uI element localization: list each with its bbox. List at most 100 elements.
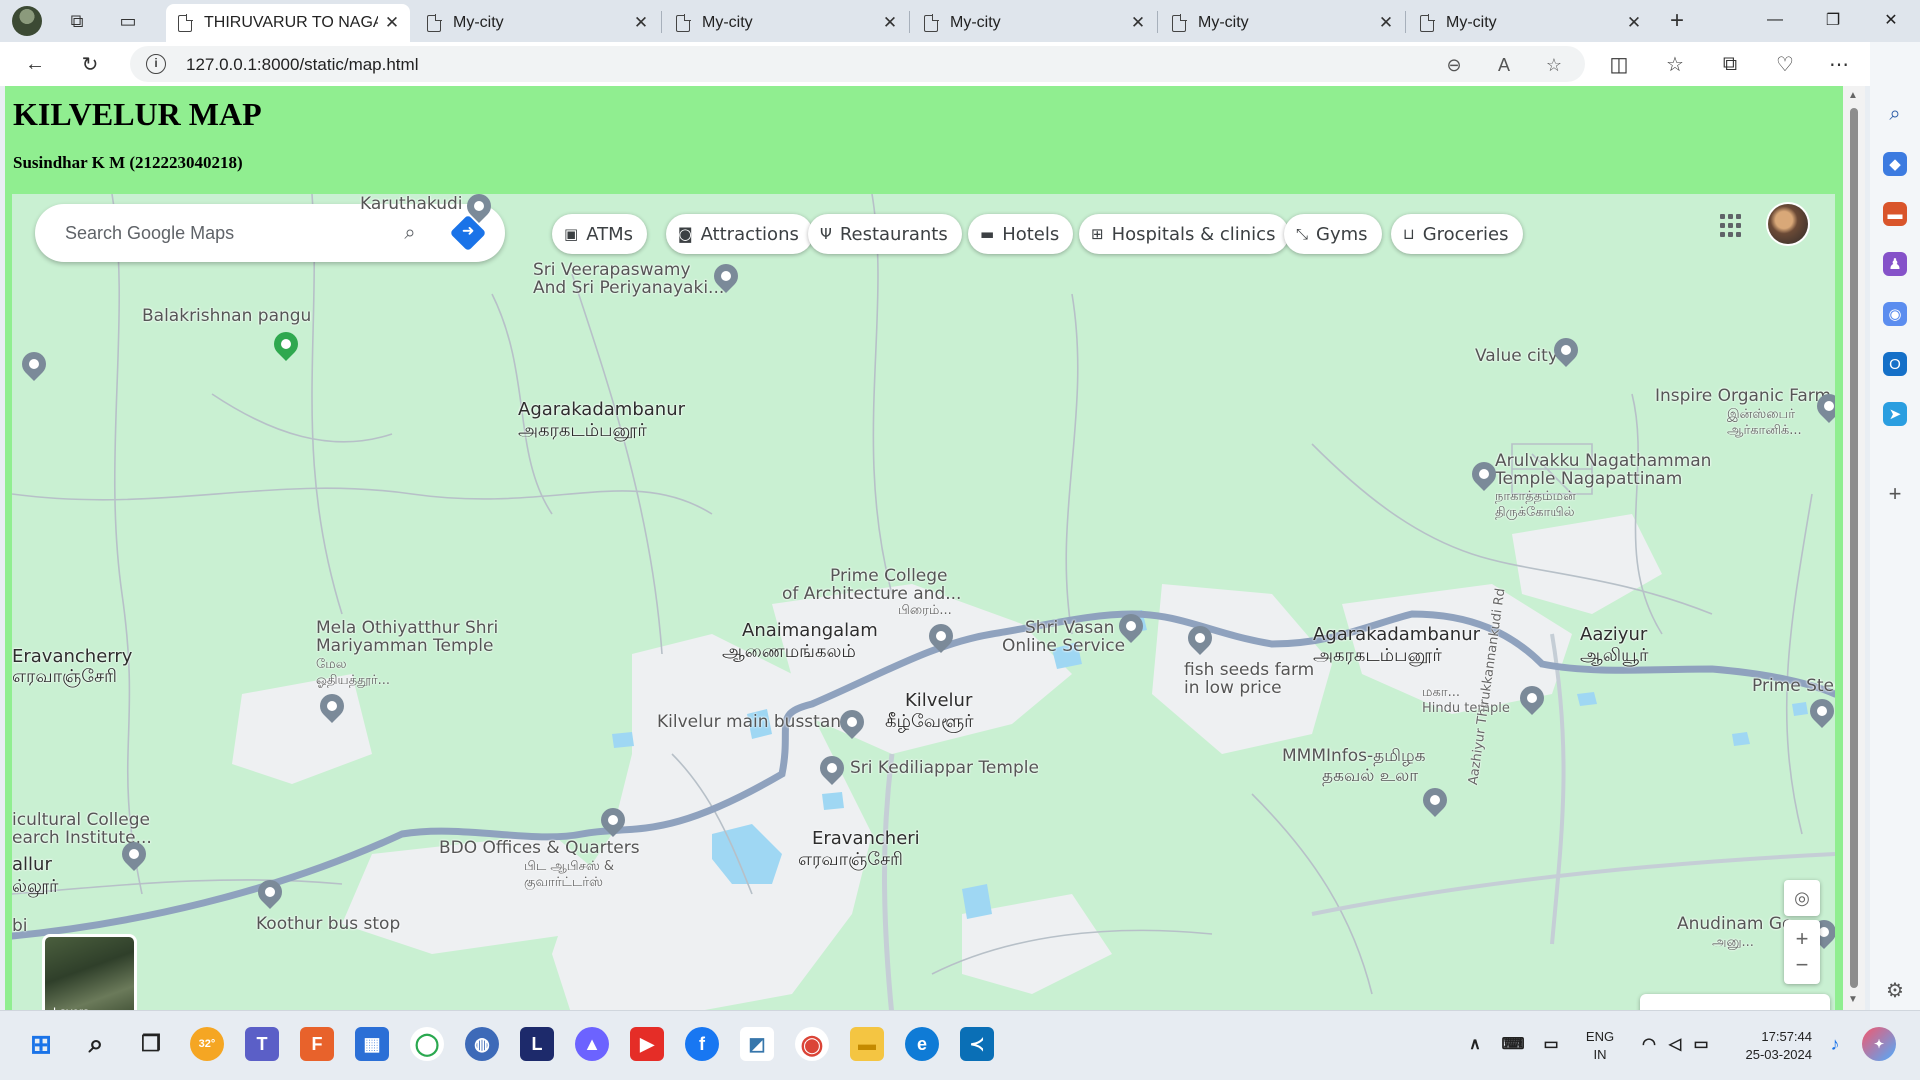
- place-label-tamil[interactable]: ஆர்கானிக்...: [1727, 424, 1802, 438]
- file-explorer-icon[interactable]: ▬: [850, 1027, 884, 1061]
- favorite-star-icon[interactable]: ☆: [1542, 53, 1566, 77]
- l-app-icon[interactable]: L: [520, 1027, 554, 1061]
- tab-my-city-1[interactable]: My-city ✕: [415, 4, 659, 42]
- settings-more-icon[interactable]: ⋯: [1824, 49, 1854, 79]
- url-text[interactable]: 127.0.0.1:8000/static/map.html: [186, 55, 418, 75]
- close-tab-icon[interactable]: ✕: [1130, 13, 1146, 33]
- scrollbar-thumb[interactable]: [1850, 108, 1858, 988]
- town-label-tamil[interactable]: ஆணைமங்கலம்: [722, 642, 856, 662]
- new-tab-button[interactable]: +: [1662, 6, 1692, 36]
- place-label[interactable]: Balakrishnan pangu: [142, 307, 311, 326]
- edge-icon[interactable]: e: [905, 1027, 939, 1061]
- place-label[interactable]: Hindu temple: [1422, 702, 1510, 716]
- store-icon[interactable]: ▦: [355, 1027, 389, 1061]
- collections-icon[interactable]: ⧉: [1715, 49, 1745, 79]
- place-label[interactable]: Inspire Organic Farm: [1655, 387, 1831, 406]
- python-icon[interactable]: ◩: [740, 1027, 774, 1061]
- place-label[interactable]: Online Service: [1002, 637, 1125, 656]
- place-label[interactable]: BDO Offices & Quarters: [439, 839, 640, 858]
- close-tab-icon[interactable]: ✕: [384, 13, 400, 33]
- place-label-tamil[interactable]: குவார்ட்டர்ஸ்: [524, 876, 603, 890]
- account-avatar[interactable]: [1768, 204, 1808, 244]
- zoom-in-icon[interactable]: +: [1796, 926, 1809, 952]
- town-label[interactable]: Kilvelur: [905, 691, 972, 711]
- zoom-out-icon[interactable]: ⊖: [1442, 53, 1466, 77]
- town-label[interactable]: Aaziyur: [1580, 625, 1647, 645]
- place-label-tamil[interactable]: மேல: [316, 658, 346, 672]
- place-label[interactable]: Prime Stee: [1752, 677, 1835, 696]
- zoom-out-icon[interactable]: −: [1796, 952, 1809, 978]
- refresh-icon[interactable]: ↻: [75, 49, 105, 79]
- microsoft-365-icon[interactable]: ◉: [1883, 302, 1907, 326]
- town-label-tamil[interactable]: கீழ்வேளூர்: [885, 712, 974, 732]
- town-label[interactable]: Agarakadambanur: [1313, 625, 1480, 645]
- tools-briefcase-icon[interactable]: ▬: [1883, 202, 1907, 226]
- browser-essentials-icon[interactable]: ♡: [1770, 49, 1800, 79]
- address-bar[interactable]: i 127.0.0.1:8000/static/map.html ⊖ A ☆: [130, 46, 1585, 82]
- arc-app-icon[interactable]: ▲: [575, 1027, 609, 1061]
- language-indicator[interactable]: ENG IN: [1580, 1028, 1620, 1064]
- keyboard-icon[interactable]: ⌨: [1496, 1027, 1530, 1061]
- tab-actions-icon[interactable]: ▭: [113, 6, 143, 36]
- browser-app-icon[interactable]: ◍: [465, 1027, 499, 1061]
- google-apps-grid-icon[interactable]: [1720, 214, 1744, 238]
- vscode-icon[interactable]: ≺: [960, 1027, 994, 1061]
- place-label[interactable]: Anudinam Go: [1677, 915, 1792, 934]
- tab-my-city-5[interactable]: My-city ✕: [1408, 4, 1652, 42]
- map-search-input[interactable]: Search Google Maps: [65, 223, 234, 244]
- town-label[interactable]: Anaimangalam: [742, 621, 878, 641]
- zoom-controls[interactable]: + −: [1784, 920, 1820, 984]
- notification-bell-icon[interactable]: ♪: [1818, 1027, 1852, 1061]
- browser-profile-button[interactable]: [12, 6, 42, 36]
- place-label[interactable]: And Sri Periyanayaki...: [533, 279, 724, 298]
- tab-my-city-3[interactable]: My-city ✕: [912, 4, 1156, 42]
- tab-my-city-4[interactable]: My-city ✕: [1160, 4, 1404, 42]
- page-scrollbar[interactable]: ▲ ▼: [1843, 86, 1865, 1010]
- task-view-icon[interactable]: ❐: [134, 1027, 168, 1061]
- my-location-icon[interactable]: ◎: [1784, 880, 1820, 916]
- chip-hospitals[interactable]: ⊞ Hospitals & clinics: [1079, 214, 1290, 254]
- close-window-button[interactable]: ✕: [1868, 0, 1914, 40]
- back-arrow-icon[interactable]: ←: [20, 49, 50, 79]
- place-label[interactable]: தகவல் உலா: [1322, 767, 1418, 786]
- close-tab-icon[interactable]: ✕: [1378, 13, 1394, 33]
- place-label-tamil[interactable]: பிட ஆபிசஸ் &: [524, 860, 614, 874]
- clock[interactable]: 17:57:44 25-03-2024: [1732, 1028, 1813, 1064]
- town-label-tamil[interactable]: ல்லூர்: [12, 877, 58, 897]
- place-label[interactable]: Kilvelur main busstand: [657, 713, 852, 732]
- chip-attractions[interactable]: ◙ Attractions: [666, 214, 813, 254]
- circle-app-icon[interactable]: ◯: [410, 1027, 444, 1061]
- favorites-icon[interactable]: ☆: [1660, 49, 1690, 79]
- outlook-icon[interactable]: O: [1883, 352, 1907, 376]
- town-label-tamil[interactable]: எரவாஞ்சேரி: [12, 667, 117, 687]
- town-label[interactable]: Eravancherry: [12, 647, 132, 667]
- place-label-tamil[interactable]: நாகாத்தம்மன்: [1495, 490, 1576, 504]
- scroll-up-arrow-icon[interactable]: ▲: [1848, 90, 1858, 101]
- chrome-icon[interactable]: ◉: [795, 1027, 829, 1061]
- workspaces-icon[interactable]: ⧉: [62, 6, 92, 36]
- place-label[interactable]: in low price: [1184, 679, 1282, 698]
- games-icon[interactable]: ♟: [1883, 252, 1907, 276]
- place-label[interactable]: bi: [12, 917, 28, 936]
- place-label[interactable]: Karuthakudi: [360, 195, 463, 214]
- place-label[interactable]: Sri Kediliappar Temple: [850, 759, 1039, 778]
- chip-restaurants[interactable]: Ψ Restaurants: [808, 214, 962, 254]
- town-label-tamil[interactable]: அகரகடம்பனூர்: [1313, 646, 1442, 666]
- place-label-tamil[interactable]: ஓதியத்தூர்...: [316, 674, 390, 688]
- send-icon[interactable]: ➤: [1883, 402, 1907, 426]
- town-label-tamil[interactable]: எரவாஞ்சேரி: [798, 850, 903, 870]
- town-label-tamil[interactable]: அகரகடம்பனூர்: [518, 421, 647, 441]
- place-label[interactable]: Temple Nagapattinam: [1495, 470, 1682, 489]
- layers-button[interactable]: Layers: [42, 934, 137, 1016]
- town-label-tamil[interactable]: ஆலியூர்: [1580, 646, 1648, 666]
- search-icon[interactable]: ⌕: [1883, 102, 1907, 126]
- place-label[interactable]: of Architecture and...: [782, 585, 961, 604]
- weather-icon[interactable]: 32°: [190, 1027, 224, 1061]
- place-label[interactable]: Koothur bus stop: [256, 915, 400, 934]
- sidebar-settings-icon[interactable]: ⚙: [1883, 978, 1907, 1002]
- read-aloud-icon[interactable]: A: [1492, 53, 1516, 77]
- close-tab-icon[interactable]: ✕: [1626, 13, 1642, 33]
- google-map[interactable]: Search Google Maps ⌕ ▣ATMs ◙Attractions …: [12, 194, 1835, 1016]
- split-screen-icon[interactable]: ◫: [1604, 49, 1634, 79]
- town-label[interactable]: Eravancheri: [812, 829, 920, 849]
